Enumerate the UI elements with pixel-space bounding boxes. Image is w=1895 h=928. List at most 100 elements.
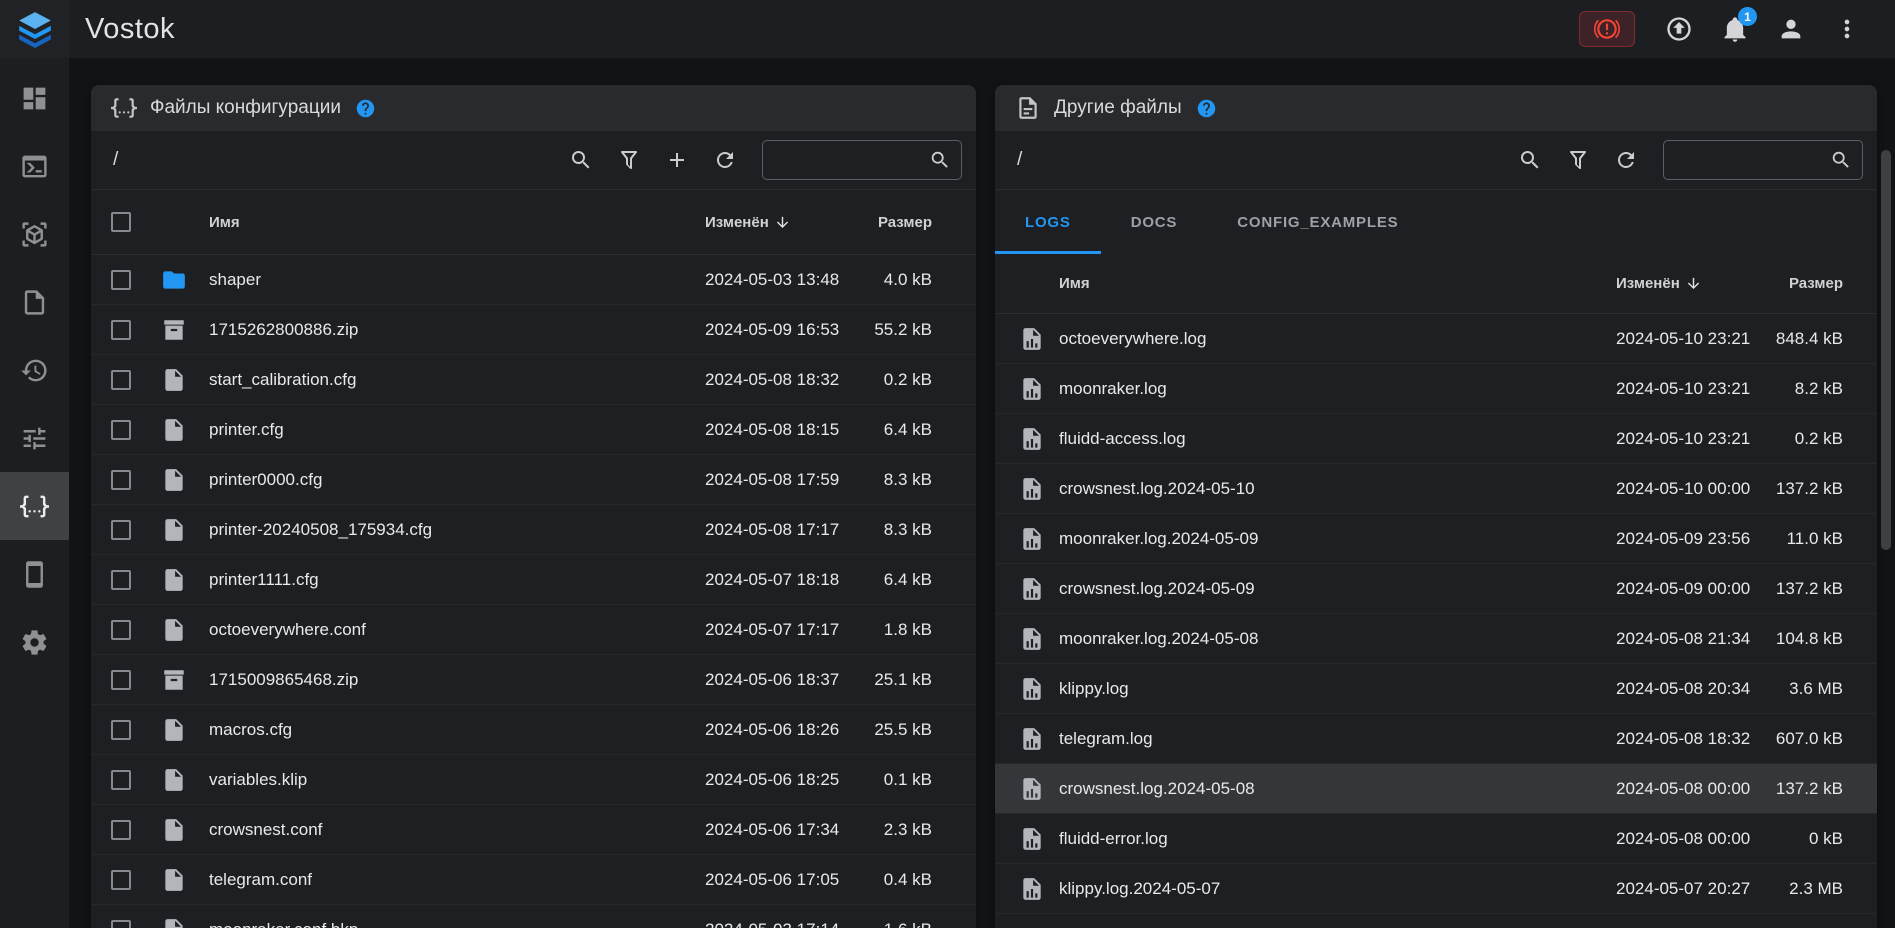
filter-button[interactable] bbox=[608, 139, 650, 181]
file-row[interactable]: crowsnest.log.2024-05-10 2024-05-10 00:0… bbox=[995, 464, 1877, 514]
file-row[interactable]: moonraker.conf.bkp 2024-05-03 17:14 1.6 … bbox=[91, 905, 976, 928]
file-size: 104.8 kB bbox=[1766, 629, 1843, 649]
scrollbar-thumb[interactable] bbox=[1881, 150, 1891, 550]
column-header-size[interactable]: Размер bbox=[855, 214, 932, 231]
file-row[interactable]: klippy.log 2024-05-08 20:34 3.6 MB bbox=[995, 664, 1877, 714]
row-checkbox[interactable] bbox=[111, 270, 131, 290]
sidebar-item-jobs[interactable] bbox=[0, 268, 69, 336]
row-checkbox[interactable] bbox=[111, 870, 131, 890]
file-row[interactable] bbox=[995, 914, 1877, 928]
file-modified: 2024-05-08 20:34 bbox=[1616, 679, 1766, 699]
file-icon bbox=[161, 617, 187, 643]
row-checkbox[interactable] bbox=[111, 470, 131, 490]
file-modified: 2024-05-08 18:15 bbox=[705, 420, 855, 440]
file-row[interactable]: fluidd-error.log 2024-05-08 00:00 0 kB bbox=[995, 814, 1877, 864]
column-header-modified-label: Изменён bbox=[1616, 275, 1680, 292]
log-icon bbox=[1019, 676, 1045, 702]
file-modified: 2024-05-06 17:05 bbox=[705, 870, 855, 890]
tab-label: LOGS bbox=[1025, 214, 1071, 231]
file-row[interactable]: octoeverywhere.conf 2024-05-07 17:17 1.8… bbox=[91, 605, 976, 655]
fluidd-logo[interactable] bbox=[0, 0, 69, 58]
file-row[interactable]: crowsnest.log.2024-05-09 2024-05-09 00:0… bbox=[995, 564, 1877, 614]
file-row[interactable]: printer1111.cfg 2024-05-07 18:18 6.4 kB bbox=[91, 555, 976, 605]
file-size: 137.2 kB bbox=[1766, 779, 1843, 799]
file-modified: 2024-05-08 17:17 bbox=[705, 520, 855, 540]
help-icon[interactable] bbox=[355, 98, 376, 119]
tab[interactable]: LOGS bbox=[995, 190, 1101, 254]
sidebar-item-device[interactable] bbox=[0, 540, 69, 608]
file-icon bbox=[161, 817, 187, 843]
tab[interactable]: DOCS bbox=[1101, 190, 1208, 254]
filter-button[interactable] bbox=[1557, 139, 1599, 181]
help-icon[interactable] bbox=[1196, 98, 1217, 119]
file-row[interactable]: moonraker.log.2024-05-08 2024-05-08 21:3… bbox=[995, 614, 1877, 664]
row-checkbox[interactable] bbox=[111, 370, 131, 390]
notifications-button[interactable]: 1 bbox=[1713, 7, 1757, 51]
user-button[interactable] bbox=[1769, 7, 1813, 51]
search-button[interactable] bbox=[1509, 139, 1551, 181]
column-header-name[interactable]: Имя bbox=[1059, 275, 1616, 292]
file-row[interactable]: moonraker.log.2024-05-09 2024-05-09 23:5… bbox=[995, 514, 1877, 564]
sidebar-item-gcode-preview[interactable] bbox=[0, 200, 69, 268]
row-checkbox[interactable] bbox=[111, 320, 131, 340]
log-icon bbox=[1019, 426, 1045, 452]
file-row[interactable]: klippy.log.2024-05-07 2024-05-07 20:27 2… bbox=[995, 864, 1877, 914]
file-row[interactable]: crowsnest.log.2024-05-08 2024-05-08 00:0… bbox=[995, 764, 1877, 814]
file-icon bbox=[161, 567, 187, 593]
sidebar-item-tune[interactable] bbox=[0, 404, 69, 472]
file-row[interactable]: moonraker.log 2024-05-10 23:21 8.2 kB bbox=[995, 364, 1877, 414]
sidebar-item-dashboard[interactable] bbox=[0, 64, 69, 132]
file-name: macros.cfg bbox=[209, 720, 705, 740]
select-all-checkbox[interactable] bbox=[111, 212, 131, 232]
file-row[interactable]: 1715262800886.zip 2024-05-09 16:53 55.2 … bbox=[91, 305, 976, 355]
row-checkbox[interactable] bbox=[111, 720, 131, 740]
gear-icon bbox=[20, 628, 49, 657]
file-row[interactable]: telegram.log 2024-05-08 18:32 607.0 kB bbox=[995, 714, 1877, 764]
column-header-size[interactable]: Размер bbox=[1766, 275, 1843, 292]
add-button[interactable] bbox=[656, 139, 698, 181]
row-checkbox[interactable] bbox=[111, 520, 131, 540]
column-header-modified[interactable]: Изменён bbox=[1616, 275, 1766, 292]
brake-alert-icon bbox=[1594, 16, 1620, 42]
sidebar-item-console[interactable] bbox=[0, 132, 69, 200]
file-row[interactable]: octoeverywhere.log 2024-05-10 23:21 848.… bbox=[995, 314, 1877, 364]
file-size: 6.4 kB bbox=[855, 420, 932, 440]
row-checkbox[interactable] bbox=[111, 670, 131, 690]
search-button[interactable] bbox=[560, 139, 602, 181]
file-row[interactable]: crowsnest.conf 2024-05-06 17:34 2.3 kB bbox=[91, 805, 976, 855]
file-row[interactable]: macros.cfg 2024-05-06 18:26 25.5 kB bbox=[91, 705, 976, 755]
column-header-name[interactable]: Имя bbox=[209, 214, 705, 231]
file-row[interactable]: variables.klip 2024-05-06 18:25 0.1 kB bbox=[91, 755, 976, 805]
row-checkbox[interactable] bbox=[111, 770, 131, 790]
row-checkbox[interactable] bbox=[111, 420, 131, 440]
refresh-button[interactable] bbox=[704, 139, 746, 181]
file-size: 137.2 kB bbox=[1766, 579, 1843, 599]
more-menu-button[interactable] bbox=[1825, 7, 1869, 51]
file-row[interactable]: start_calibration.cfg 2024-05-08 18:32 0… bbox=[91, 355, 976, 405]
row-checkbox[interactable] bbox=[111, 570, 131, 590]
emergency-stop-button[interactable] bbox=[1579, 11, 1635, 47]
file-row[interactable]: shaper 2024-05-03 13:48 4.0 kB bbox=[91, 255, 976, 305]
row-checkbox[interactable] bbox=[111, 620, 131, 640]
sidebar-item-history[interactable] bbox=[0, 336, 69, 404]
row-checkbox[interactable] bbox=[111, 820, 131, 840]
file-row[interactable]: fluidd-access.log 2024-05-10 23:21 0.2 k… bbox=[995, 414, 1877, 464]
config-search-input[interactable] bbox=[773, 151, 929, 169]
file-row[interactable]: printer-20240508_175934.cfg 2024-05-08 1… bbox=[91, 505, 976, 555]
file-name: start_calibration.cfg bbox=[209, 370, 705, 390]
file-row[interactable]: printer.cfg 2024-05-08 18:15 6.4 kB bbox=[91, 405, 976, 455]
file-size: 0.2 kB bbox=[855, 370, 932, 390]
tab[interactable]: CONFIG_EXAMPLES bbox=[1207, 190, 1428, 254]
file-row[interactable]: telegram.conf 2024-05-06 17:05 0.4 kB bbox=[91, 855, 976, 905]
other-search-input[interactable] bbox=[1674, 151, 1830, 169]
file-row[interactable]: 1715009865468.zip 2024-05-06 18:37 25.1 … bbox=[91, 655, 976, 705]
file-name: 1715009865468.zip bbox=[209, 670, 705, 690]
file-size: 6.4 kB bbox=[855, 570, 932, 590]
refresh-button[interactable] bbox=[1605, 139, 1647, 181]
upload-button[interactable] bbox=[1657, 7, 1701, 51]
sidebar-item-configure[interactable] bbox=[0, 472, 69, 540]
file-row[interactable]: printer0000.cfg 2024-05-08 17:59 8.3 kB bbox=[91, 455, 976, 505]
column-header-modified[interactable]: Изменён bbox=[705, 214, 855, 231]
row-checkbox[interactable] bbox=[111, 920, 131, 928]
sidebar-item-settings[interactable] bbox=[0, 608, 69, 676]
